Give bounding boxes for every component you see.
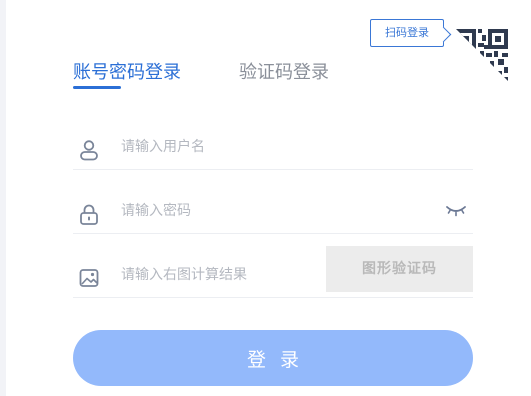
- tab-account-password[interactable]: 账号密码登录: [73, 58, 181, 84]
- image-icon: [79, 269, 99, 287]
- username-input[interactable]: [121, 134, 381, 160]
- login-button[interactable]: 登录: [73, 330, 473, 386]
- password-field: [73, 190, 473, 234]
- qr-login-tooltip[interactable]: 扫码登录: [370, 19, 444, 47]
- username-field: [73, 126, 473, 170]
- qr-code-icon[interactable]: [454, 27, 510, 83]
- password-input[interactable]: [121, 198, 381, 224]
- tab-verification-code[interactable]: 验证码登录: [239, 58, 329, 84]
- eye-closed-icon[interactable]: [445, 202, 467, 218]
- captcha-image[interactable]: 图形验证码: [326, 246, 473, 292]
- login-card: 扫码登录 账号密码登录 验证码登录 请输入用户名 请输入右图计算结果 图形验证码…: [6, 0, 531, 396]
- captcha-field: 图形验证码: [73, 246, 473, 298]
- active-tab-indicator: [73, 86, 121, 89]
- user-icon: [80, 140, 98, 161]
- lock-icon: [80, 204, 98, 225]
